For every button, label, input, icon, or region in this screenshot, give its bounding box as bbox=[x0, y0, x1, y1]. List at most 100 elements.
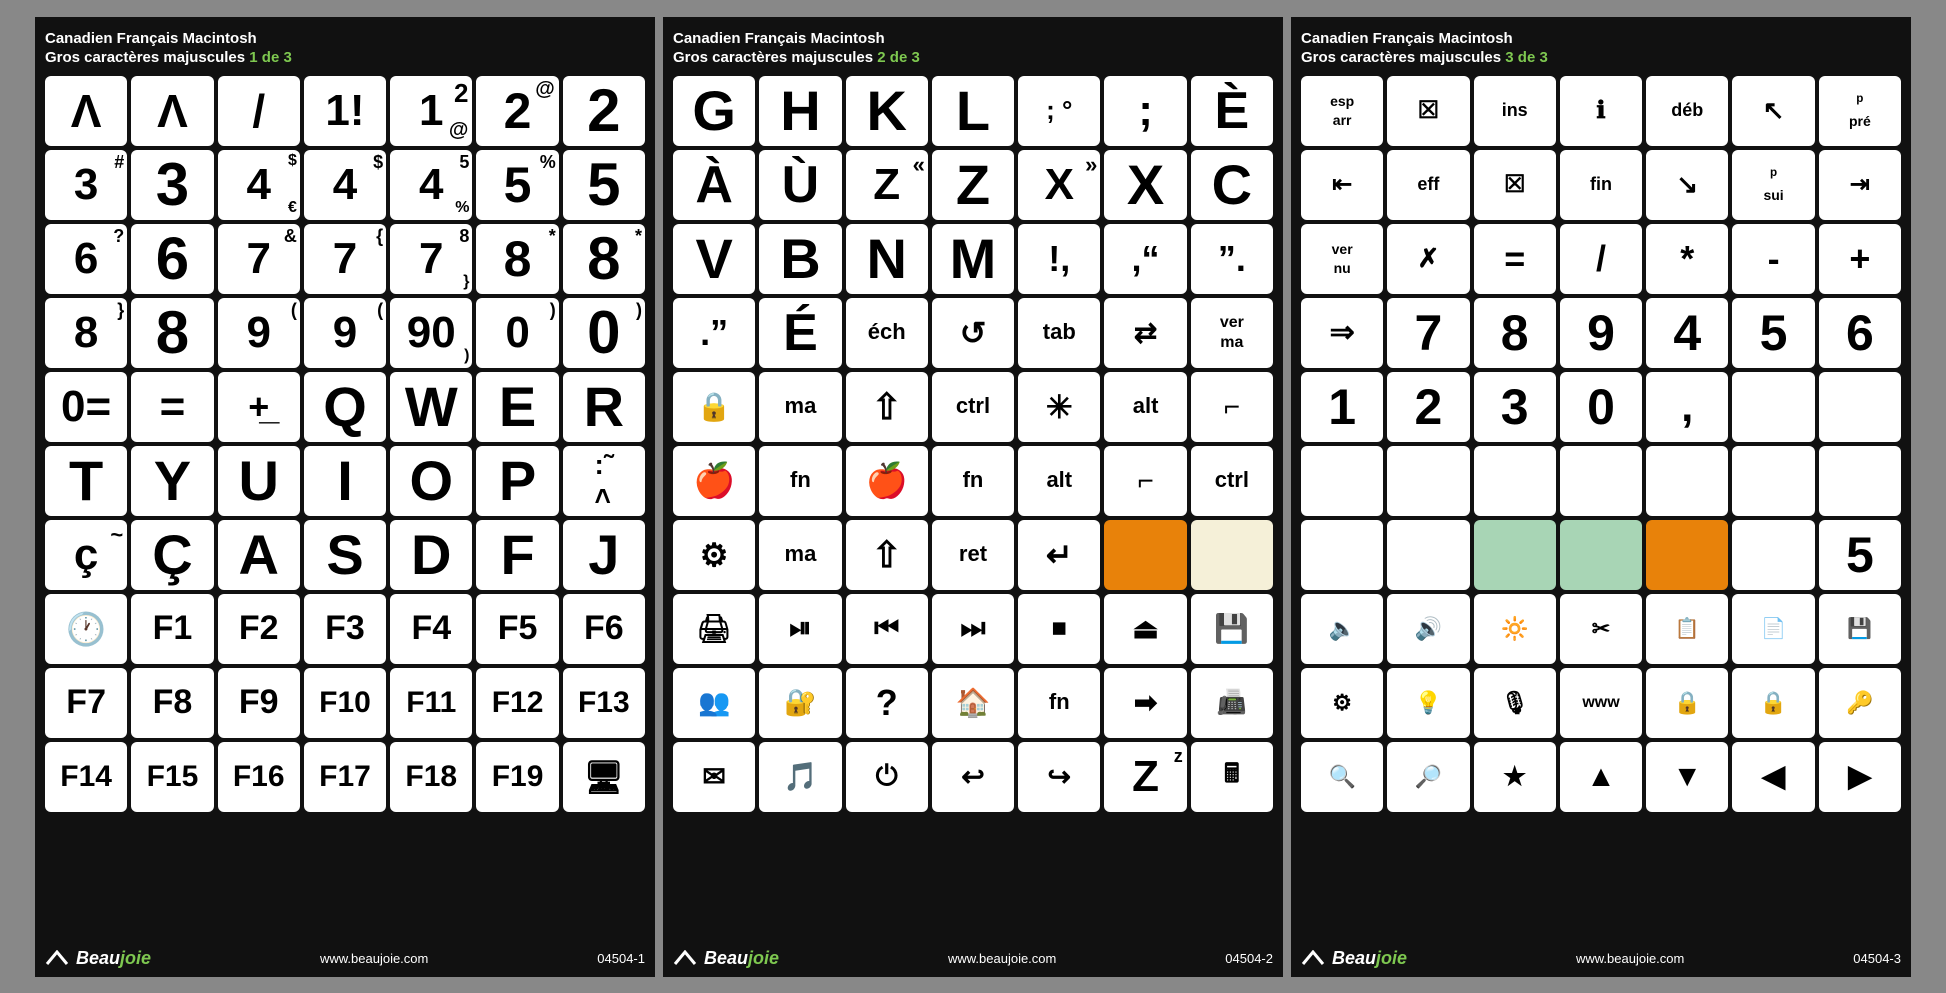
key-multiply[interactable]: * bbox=[1646, 224, 1728, 294]
key-4dollar1[interactable]: 4$€ bbox=[218, 150, 300, 220]
key-F2[interactable]: F2 bbox=[218, 594, 300, 664]
key-8starb[interactable]: 8* bbox=[563, 224, 645, 294]
key-arrow-circle[interactable]: ➡ bbox=[1104, 668, 1186, 738]
key-H[interactable]: H bbox=[759, 76, 841, 146]
key-deb[interactable]: déb bbox=[1646, 76, 1728, 146]
key-fn[interactable]: fn bbox=[759, 446, 841, 516]
key-2big[interactable]: 2 bbox=[563, 76, 645, 146]
key-p-pre[interactable]: ppré bbox=[1819, 76, 1901, 146]
key-F19[interactable]: F19 bbox=[476, 742, 558, 812]
key-I[interactable]: I bbox=[304, 446, 386, 516]
key-undo[interactable]: ↺ bbox=[932, 298, 1014, 368]
key-paste[interactable]: 📄 bbox=[1732, 594, 1814, 664]
key-person-lock[interactable]: 🔐 bbox=[759, 668, 841, 738]
key-F9[interactable]: F9 bbox=[218, 668, 300, 738]
key-music[interactable]: 🎵 bbox=[759, 742, 841, 812]
key-arrow-left-tab[interactable]: ⇤ bbox=[1301, 150, 1383, 220]
key-O[interactable]: O bbox=[390, 446, 472, 516]
key-0paren[interactable]: 0) bbox=[476, 298, 558, 368]
key-G[interactable]: G bbox=[673, 76, 755, 146]
key-Y[interactable]: Y bbox=[131, 446, 213, 516]
key-90paren[interactable]: 90) bbox=[390, 298, 472, 368]
key-people[interactable]: 👥 bbox=[673, 668, 755, 738]
key-stop[interactable]: ⏹ bbox=[1018, 594, 1100, 664]
key-shift-up[interactable]: ⇧ bbox=[846, 372, 928, 442]
key-play-pause[interactable]: ⏯ bbox=[759, 594, 841, 664]
key-V[interactable]: V bbox=[673, 224, 755, 294]
key-cedilla[interactable]: ç~ bbox=[45, 520, 127, 590]
key-fax[interactable]: 📠 bbox=[1191, 668, 1273, 738]
key-arrow-up[interactable]: ▲ bbox=[1560, 742, 1642, 812]
key-www[interactable]: www bbox=[1560, 668, 1642, 738]
key-arrow-left[interactable]: ◀ bbox=[1732, 742, 1814, 812]
key-save2[interactable]: 💾 bbox=[1819, 594, 1901, 664]
key-lambda[interactable]: Λ bbox=[45, 76, 127, 146]
key-5pct[interactable]: 5% bbox=[476, 150, 558, 220]
key-F5[interactable]: F5 bbox=[476, 594, 558, 664]
key-zoom-out[interactable]: 🔎 bbox=[1387, 742, 1469, 812]
key-bulb[interactable]: 💡 bbox=[1387, 668, 1469, 738]
key-mint2[interactable] bbox=[1560, 520, 1642, 590]
key-lambda2[interactable]: Λ bbox=[131, 76, 213, 146]
key-L[interactable]: L bbox=[932, 76, 1014, 146]
key-enter-arrow[interactable]: ↵ bbox=[1018, 520, 1100, 590]
key-brightness[interactable]: 🔆 bbox=[1474, 594, 1556, 664]
key-M[interactable]: M bbox=[932, 224, 1014, 294]
key-F14[interactable]: F14 bbox=[45, 742, 127, 812]
key-semicolon-degree[interactable]: ; ° bbox=[1018, 76, 1100, 146]
key-comma-num[interactable]: , bbox=[1646, 372, 1728, 442]
key-6big[interactable]: 6 bbox=[131, 224, 213, 294]
key-vol-down[interactable]: 🔈 bbox=[1301, 594, 1383, 664]
key-eject[interactable]: ⏏ bbox=[1104, 594, 1186, 664]
key-F[interactable]: F bbox=[476, 520, 558, 590]
key-ver-ma[interactable]: verma bbox=[1191, 298, 1273, 368]
key-A-grave[interactable]: À bbox=[673, 150, 755, 220]
key-mic[interactable]: 🎙 bbox=[1474, 668, 1556, 738]
key-dot-quote[interactable]: .” bbox=[673, 298, 755, 368]
key-fn2[interactable]: fn bbox=[932, 446, 1014, 516]
key-num9[interactable]: 9 bbox=[1560, 298, 1642, 368]
key-x-mark[interactable]: ✗ bbox=[1387, 224, 1469, 294]
key-vol-up[interactable]: 🔊 bbox=[1387, 594, 1469, 664]
key-8big[interactable]: 8 bbox=[131, 298, 213, 368]
key-8star[interactable]: 8* bbox=[476, 224, 558, 294]
key-fastfwd[interactable]: ⏭ bbox=[932, 594, 1014, 664]
key-3hash[interactable]: 3# bbox=[45, 150, 127, 220]
key-3big[interactable]: 3 bbox=[131, 150, 213, 220]
key-alt-dash[interactable]: ⌐ bbox=[1104, 446, 1186, 516]
key-minus[interactable]: - bbox=[1732, 224, 1814, 294]
key-undo2[interactable]: ↩ bbox=[932, 742, 1014, 812]
key-excl-comma[interactable]: !, bbox=[1018, 224, 1100, 294]
key-plus-eq[interactable]: +̲ bbox=[218, 372, 300, 442]
key-settings2[interactable]: ⚙ bbox=[1301, 668, 1383, 738]
key-eq[interactable]: = bbox=[131, 372, 213, 442]
key-num6[interactable]: 6 bbox=[1819, 298, 1901, 368]
key-fin[interactable]: fin bbox=[1560, 150, 1642, 220]
key-4dollar2[interactable]: 4$ bbox=[304, 150, 386, 220]
key-asterisk-fancy[interactable]: ✳ bbox=[1018, 372, 1100, 442]
key-7brace[interactable]: 7{ bbox=[304, 224, 386, 294]
key-arrow-se[interactable]: ↘ bbox=[1646, 150, 1728, 220]
key-C[interactable]: C bbox=[1191, 150, 1273, 220]
key-F17[interactable]: F17 bbox=[304, 742, 386, 812]
key-copy[interactable]: 📋 bbox=[1646, 594, 1728, 664]
key-clock[interactable]: 🕐 bbox=[45, 594, 127, 664]
key-arrow-right[interactable]: ⇒ bbox=[1301, 298, 1383, 368]
key-lock-key[interactable]: 🔑 bbox=[1819, 668, 1901, 738]
key-tab-arrows[interactable]: ⇄ bbox=[1104, 298, 1186, 368]
key-tab[interactable]: tab bbox=[1018, 298, 1100, 368]
key-cursor[interactable]: ↖ bbox=[1732, 76, 1814, 146]
key-F8[interactable]: F8 bbox=[131, 668, 213, 738]
key-lock-A[interactable]: 🔒 bbox=[1732, 668, 1814, 738]
key-78brace[interactable]: 78} bbox=[390, 224, 472, 294]
key-ctrl2[interactable]: ctrl bbox=[1191, 446, 1273, 516]
key-F11[interactable]: F11 bbox=[390, 668, 472, 738]
key-question[interactable]: ? bbox=[846, 668, 928, 738]
key-alt[interactable]: alt bbox=[1104, 372, 1186, 442]
key-cream1[interactable] bbox=[1191, 520, 1273, 590]
key-save[interactable]: 💾 bbox=[1191, 594, 1273, 664]
key-F16[interactable]: F16 bbox=[218, 742, 300, 812]
key-X-guillemet-r[interactable]: X» bbox=[1018, 150, 1100, 220]
key-ret[interactable]: ret bbox=[932, 520, 1014, 590]
key-num7[interactable]: 7 bbox=[1387, 298, 1469, 368]
